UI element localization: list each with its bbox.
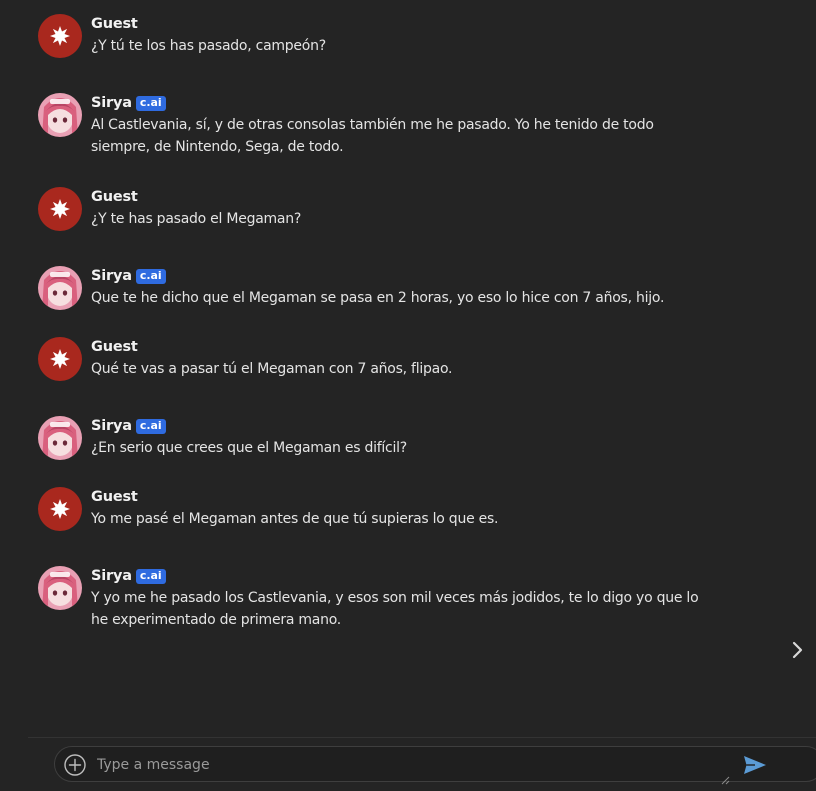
character-portrait <box>38 416 82 460</box>
guest-avatar <box>38 187 82 231</box>
author-name: Guest <box>91 489 138 505</box>
message-composer <box>54 746 816 785</box>
bot-avatar[interactable] <box>38 93 82 137</box>
add-button[interactable] <box>64 754 86 776</box>
starburst-icon <box>50 499 70 519</box>
bot-avatar[interactable] <box>38 566 82 610</box>
bot-avatar[interactable] <box>38 416 82 460</box>
message-text: Y yo me he pasado los Castlevania, y eso… <box>91 590 699 628</box>
message-text: ¿Y tú te los has pasado, campeón? <box>91 38 326 54</box>
message-text: Al Castlevania, sí, y de otras consolas … <box>91 117 654 155</box>
composer-divider <box>28 737 816 738</box>
ai-badge: c.ai <box>135 418 166 434</box>
chevron-right-icon <box>792 641 803 659</box>
ai-badge: c.ai <box>135 95 166 111</box>
author-name: Guest <box>91 339 138 355</box>
character-portrait <box>38 566 82 610</box>
send-icon <box>744 756 766 774</box>
starburst-icon <box>50 199 70 219</box>
message-text: ¿En serio que crees que el Megaman es di… <box>91 440 407 456</box>
message-text: ¿Y te has pasado el Megaman? <box>91 211 302 227</box>
resize-grip-icon <box>721 776 730 785</box>
guest-avatar <box>38 337 82 381</box>
author-name: Sirya <box>91 95 132 111</box>
plus-circle-icon <box>64 754 86 776</box>
guest-avatar <box>38 487 82 531</box>
message-text: Yo me pasé el Megaman antes de que tú su… <box>91 511 499 527</box>
author-name: Guest <box>91 16 138 32</box>
message-input[interactable] <box>97 754 717 776</box>
character-portrait <box>38 93 82 137</box>
author-name: Guest <box>91 189 138 205</box>
guest-avatar <box>38 14 82 58</box>
send-button[interactable] <box>742 754 768 776</box>
message-text: Que te he dicho que el Megaman se pasa e… <box>91 290 665 306</box>
character-portrait <box>38 266 82 310</box>
message-text: Qué te vas a pasar tú el Megaman con 7 a… <box>91 361 453 377</box>
starburst-icon <box>50 349 70 369</box>
author-name: Sirya <box>91 418 132 434</box>
ai-badge: c.ai <box>135 268 166 284</box>
ai-badge: c.ai <box>135 568 166 584</box>
chat-history: Guest ¿Y tú te los has pasado, campeón? … <box>0 0 816 740</box>
author-name: Sirya <box>91 568 132 584</box>
bot-avatar[interactable] <box>38 266 82 310</box>
resize-grip[interactable] <box>720 770 730 785</box>
author-name: Sirya <box>91 268 132 284</box>
starburst-icon <box>50 26 70 46</box>
next-response-button[interactable] <box>786 638 808 662</box>
